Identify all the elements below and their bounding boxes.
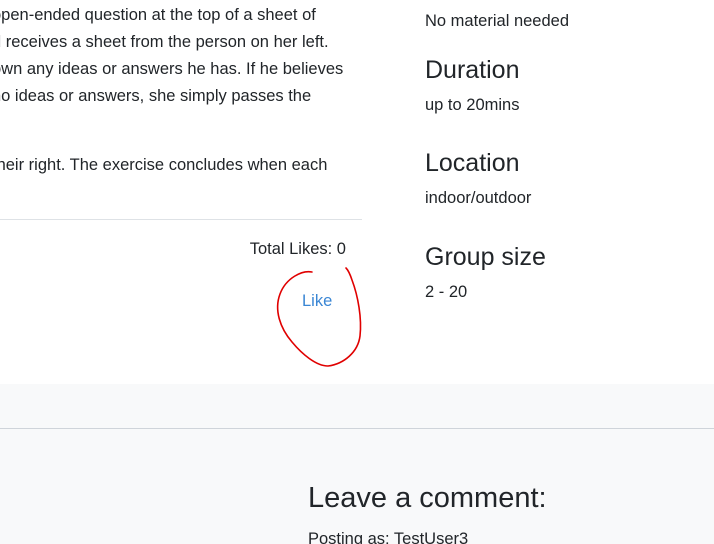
section-divider (0, 428, 714, 429)
description-line: own any ideas or answers he has. If he b… (0, 60, 344, 78)
group-size-heading: Group size (425, 243, 546, 271)
description-line: no ideas or answers, she simply passes t… (0, 87, 312, 105)
location-value: indoor/outdoor (425, 189, 532, 207)
duration-heading: Duration (425, 56, 520, 84)
duration-value: up to 20mins (425, 96, 520, 114)
posting-as-label: Posting as: TestUser3 (308, 530, 469, 544)
description-line: open-ended question at the top of a shee… (0, 6, 316, 24)
location-heading: Location (425, 149, 520, 177)
activity-content: open-ended question at the top of a shee… (0, 0, 714, 384)
red-circle-annotation (276, 267, 362, 367)
like-button[interactable]: Like (302, 292, 332, 311)
group-size-value: 2 - 20 (425, 283, 468, 301)
description-line: their right. The exercise concludes when… (0, 156, 328, 174)
divider (0, 219, 362, 220)
description-line: d receives a sheet from the person on he… (0, 33, 329, 51)
leave-comment-heading: Leave a comment: (308, 482, 547, 514)
comments-section (0, 384, 714, 544)
material-value: No material needed (425, 12, 570, 30)
total-likes: Total Likes: 0 (249, 240, 346, 258)
